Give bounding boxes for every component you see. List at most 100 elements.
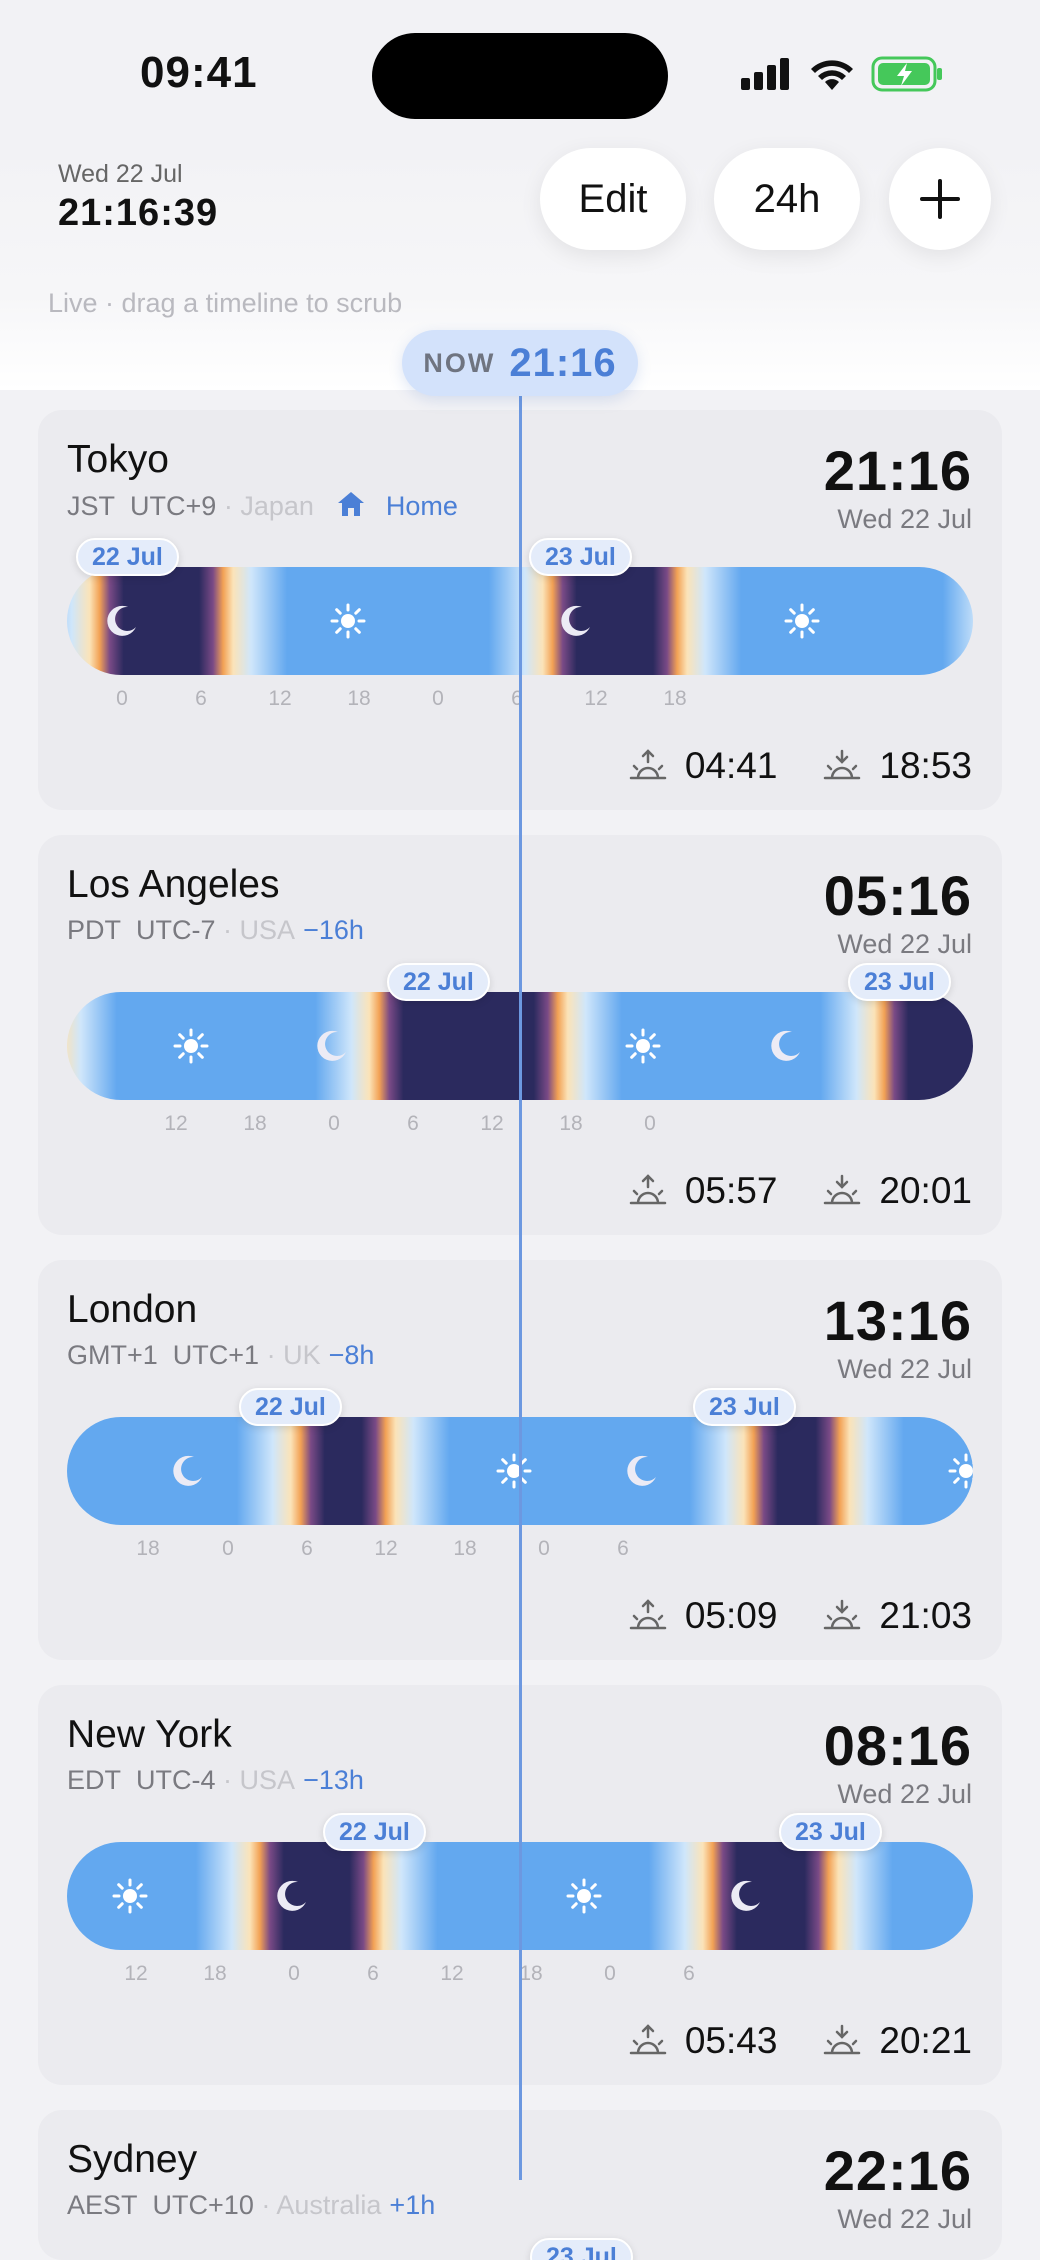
- sunrise: 05:09: [629, 1595, 778, 1637]
- sun-icon: [784, 603, 820, 639]
- hour-tick: 18: [243, 1112, 267, 1135]
- now-line: [519, 390, 522, 2180]
- sunset-time: 20:21: [879, 2020, 972, 2061]
- sun-icon: [948, 1453, 973, 1489]
- sunset-icon: [824, 1174, 861, 1205]
- add-city-button[interactable]: [889, 148, 991, 250]
- sunrise-time: 04:41: [684, 745, 778, 786]
- tz-abbr: GMT+1: [67, 1340, 158, 1370]
- edit-button[interactable]: Edit: [540, 148, 686, 250]
- hour-tick: 18: [136, 1537, 160, 1560]
- hour-tick: 6: [683, 1962, 695, 1985]
- status-time: 09:41: [140, 48, 258, 97]
- hour-tick: 6: [367, 1962, 379, 1985]
- sunrise-icon: [629, 1174, 667, 1205]
- sunset: 21:03: [823, 1595, 972, 1637]
- city-meta: PDT UTC-7 · USA −16h: [67, 915, 364, 945]
- sun-icon: [625, 1028, 661, 1064]
- sunset-icon: [824, 1599, 861, 1630]
- local-date: Wed 22 Jul: [837, 2204, 972, 2234]
- sun-icon: [566, 1878, 602, 1914]
- local-time: 08:16: [823, 1714, 972, 1777]
- tz-utc: UTC+10: [152, 2190, 254, 2220]
- status-icons: [741, 56, 945, 92]
- date-chip: 22 Jul: [387, 963, 490, 1001]
- moon-icon: [731, 1880, 760, 1911]
- time-offset: +1h: [389, 2190, 436, 2220]
- plus-icon: [920, 179, 960, 219]
- moon-icon: [771, 1030, 800, 1061]
- country: UK: [283, 1340, 321, 1370]
- date-chip: 22 Jul: [323, 1813, 426, 1851]
- moon-icon: [173, 1455, 202, 1486]
- moon-icon: [627, 1455, 656, 1486]
- current-date: Wed 22 Jul: [58, 160, 183, 188]
- hour-tick: 12: [268, 687, 292, 710]
- local-date: Wed 22 Jul: [837, 504, 972, 534]
- current-clock: 21:16:39: [58, 192, 219, 234]
- hour-tick: 0: [116, 687, 128, 710]
- moon-icon: [277, 1880, 306, 1911]
- local-time: 21:16: [823, 439, 972, 502]
- sun-times: 05:57 20:01: [583, 1170, 972, 1212]
- sunrise-time: 05:09: [684, 1595, 778, 1636]
- tz-abbr: JST: [67, 491, 116, 521]
- hour-tick: 12: [440, 1962, 464, 1985]
- now-marker[interactable]: NOW 21:16: [402, 330, 638, 396]
- tz-utc: UTC-4: [136, 1765, 216, 1795]
- city-meta: JST UTC+9 · Japan Home: [67, 491, 458, 521]
- local-time: 05:16: [823, 864, 972, 927]
- status-bar: 09:41: [0, 0, 1040, 150]
- hour-tick: 0: [328, 1112, 340, 1135]
- hour-tick: 0: [222, 1537, 234, 1560]
- sunrise: 05:57: [629, 1170, 777, 1212]
- hour-tick: 18: [559, 1112, 583, 1135]
- city-meta: AEST UTC+10 · Australia +1h: [67, 2190, 436, 2220]
- city-name: Tokyo: [67, 438, 169, 481]
- hour-tick: 0: [538, 1537, 550, 1560]
- country: USA: [239, 915, 296, 945]
- moon-icon: [107, 605, 136, 636]
- home-icon: [337, 492, 364, 516]
- tz-utc: UTC+9: [130, 491, 217, 521]
- date-chip: 23 Jul: [848, 963, 951, 1001]
- hour-tick: 18: [663, 687, 687, 710]
- moon-icon: [561, 605, 590, 636]
- date-chip: 22 Jul: [239, 1388, 342, 1426]
- now-label: NOW: [423, 347, 496, 378]
- tz-abbr: AEST: [67, 2190, 138, 2220]
- sun-icon: [112, 1878, 148, 1914]
- sunrise-icon: [629, 2024, 667, 2055]
- local-time: 13:16: [823, 1289, 972, 1352]
- date-chip: 23 Jul: [529, 538, 632, 576]
- hour-tick: 18: [519, 1962, 543, 1985]
- hour-tick: 12: [124, 1962, 148, 1985]
- city-name: London: [67, 1288, 198, 1331]
- time-offset: −16h: [303, 915, 364, 945]
- local-time: 22:16: [823, 2139, 972, 2202]
- signal-icon: [741, 58, 789, 90]
- sun-times: 05:09 21:03: [583, 1595, 972, 1637]
- battery-icon: [871, 56, 942, 92]
- hour-tick: 0: [432, 687, 444, 710]
- country: Australia: [276, 2190, 382, 2220]
- sunset: 18:53: [823, 745, 972, 787]
- date-chip: 22 Jul: [76, 538, 179, 576]
- scrub-hint: Live · drag a timeline to scrub: [48, 288, 403, 318]
- dynamic-island: [372, 33, 668, 119]
- sunset-time: 20:01: [879, 1170, 972, 1211]
- sunrise-icon: [629, 749, 667, 780]
- sunset-icon: [824, 2024, 861, 2055]
- home-link[interactable]: Home: [386, 491, 458, 521]
- city-name: Los Angeles: [67, 863, 280, 906]
- country: USA: [239, 1765, 296, 1795]
- moon-icon: [317, 1030, 346, 1061]
- format-24h-button[interactable]: 24h: [714, 148, 860, 250]
- date-chip: 23 Jul: [779, 1813, 882, 1851]
- tz-abbr: PDT: [67, 915, 121, 945]
- local-date: Wed 22 Jul: [837, 929, 972, 959]
- date-chip: 23 Jul: [530, 2238, 633, 2260]
- date-chip: 23 Jul: [693, 1388, 796, 1426]
- hour-tick: 6: [407, 1112, 419, 1135]
- sunset-time: 18:53: [879, 745, 972, 786]
